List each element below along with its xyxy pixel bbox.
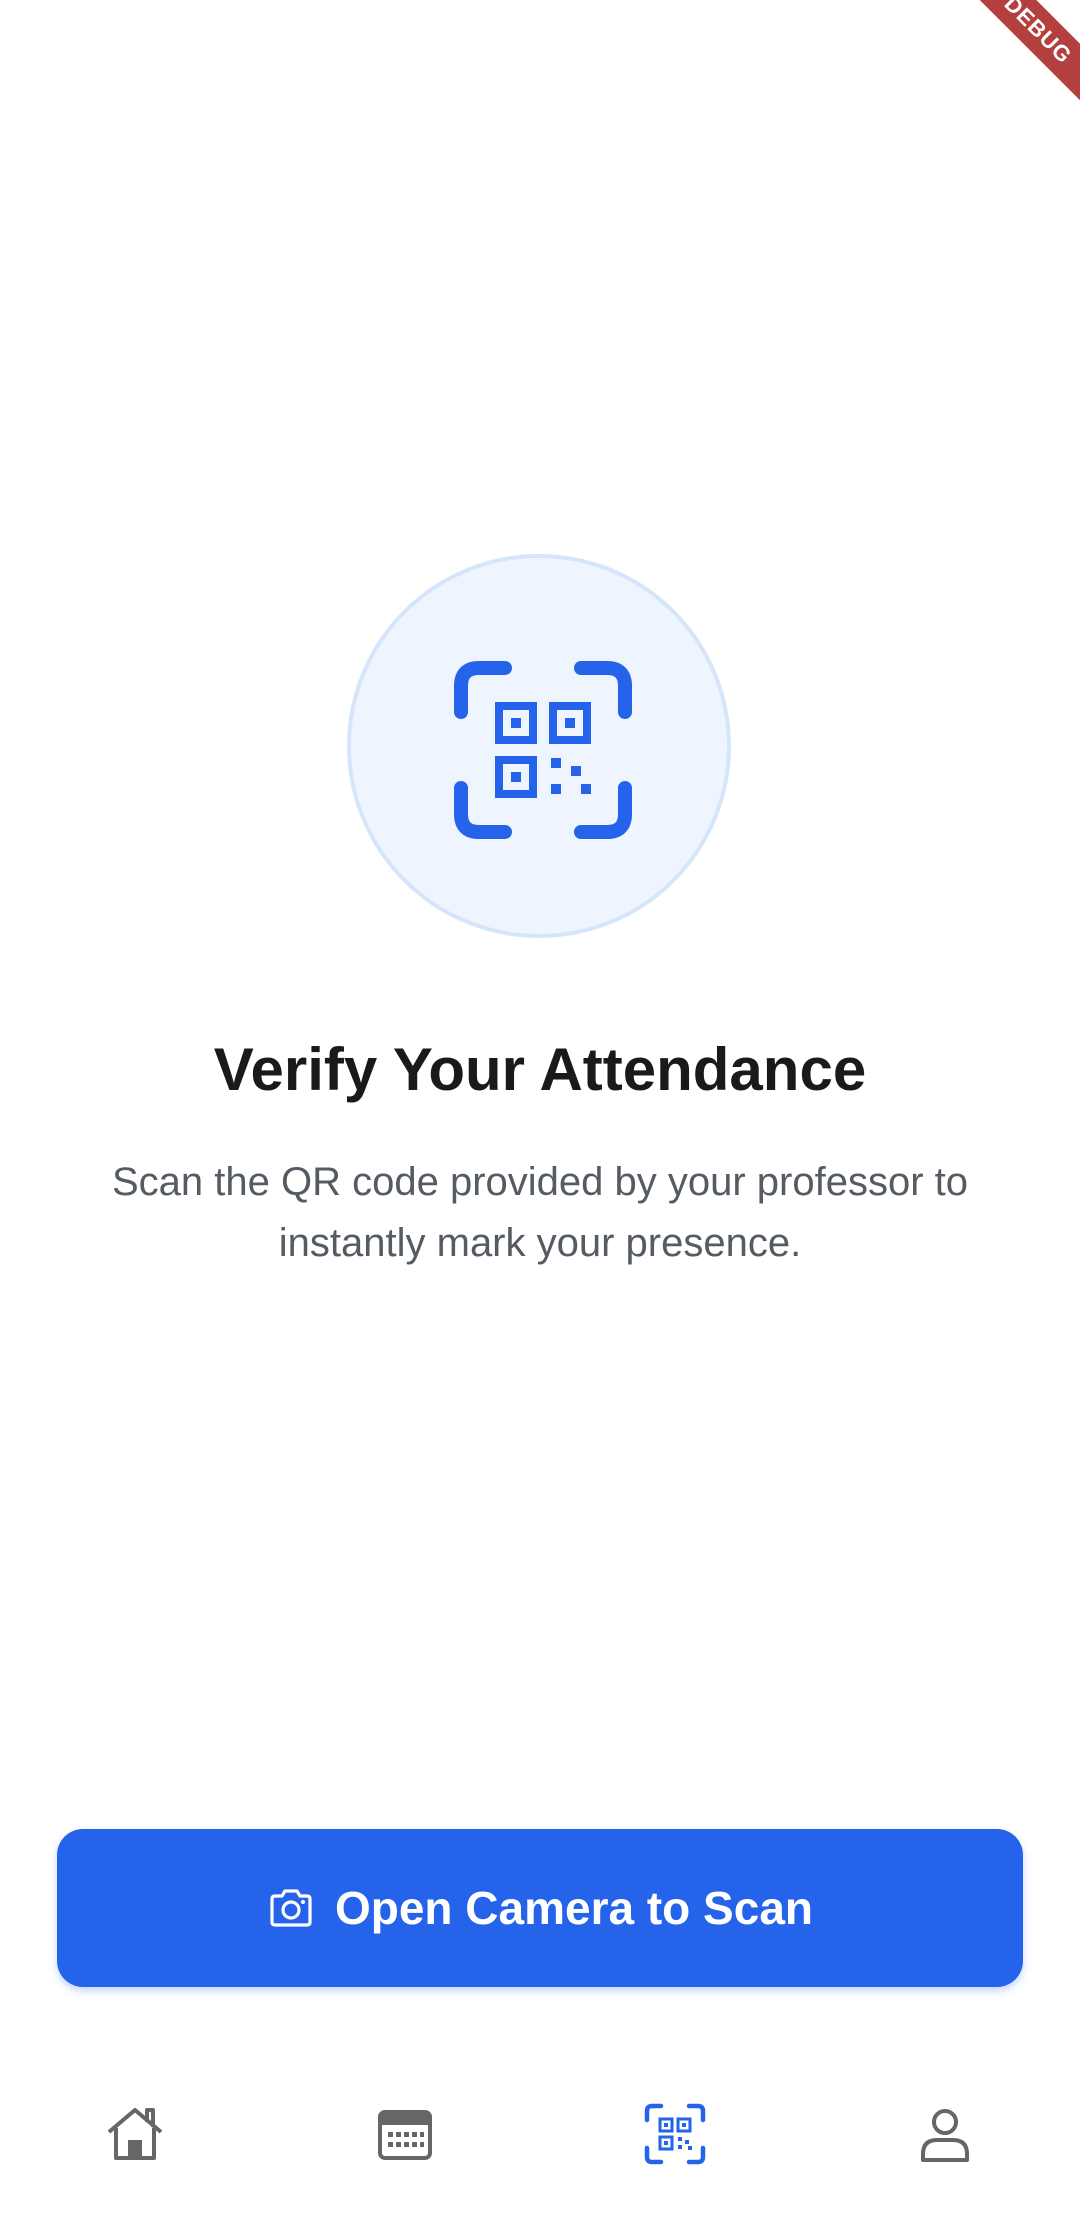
page-subtitle: Scan the QR code provided by your profes… (111, 1160, 968, 1265)
scan-attendance-screen: DEBUG Verify Your Attendance Scan the QR… (0, 0, 1080, 2227)
page-title: Verify Your Attendance (213, 1036, 867, 1103)
nav-item-profile[interactable] (810, 2040, 1080, 2227)
hero-icon-circle (347, 554, 731, 938)
home-icon (107, 2107, 163, 2160)
open-camera-button[interactable]: Open Camera to Scan (57, 1829, 1023, 1987)
open-camera-button-label: Open Camera to Scan (334, 1882, 814, 1934)
camera-icon (270, 1889, 312, 1927)
calendar-icon (378, 2109, 432, 2160)
qr-scan-icon (454, 661, 632, 839)
bottom-navigation-bar (0, 2040, 1080, 2227)
nav-item-home[interactable] (0, 2040, 270, 2227)
debug-banner: DEBUG (960, 0, 1080, 120)
qr-scan-icon (644, 2103, 706, 2164)
nav-item-schedule[interactable] (270, 2040, 540, 2227)
debug-banner-label: DEBUG (960, 0, 1080, 115)
nav-item-scan[interactable] (540, 2040, 810, 2227)
profile-icon (921, 2108, 969, 2162)
